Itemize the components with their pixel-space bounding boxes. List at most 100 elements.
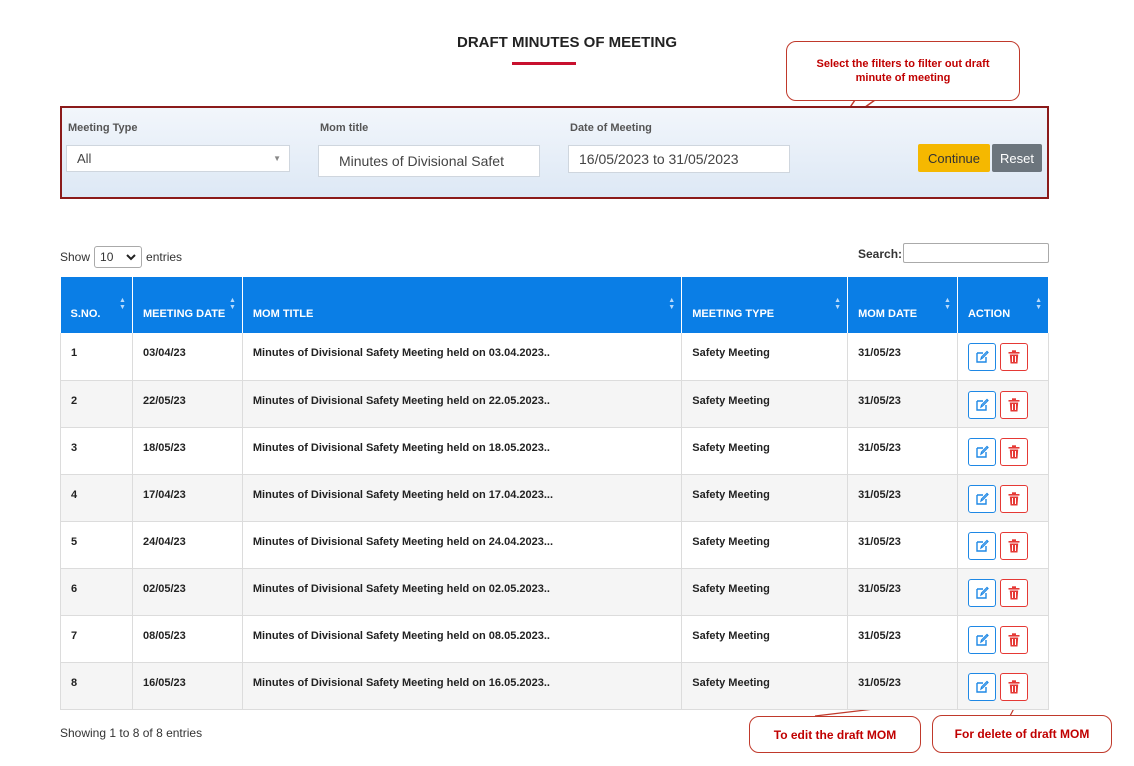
edit-icon <box>975 539 989 553</box>
header-meeting-type[interactable]: MEETING TYPE ▲ ▼ <box>681 277 849 333</box>
edit-callout: To edit the draft MOM <box>749 716 921 753</box>
mom-title-value: Minutes of Divisional Safet <box>339 153 504 169</box>
cell-mom-date: 31/05/23 <box>847 333 958 381</box>
trash-icon <box>1008 679 1020 694</box>
edit-button[interactable] <box>967 343 996 371</box>
sort-icon: ▲ ▼ <box>944 297 951 311</box>
table-header-row: S.NO. ▲ ▼ MEETING DATE ▲ ▼ MOM TITLE ▲ ▼ MEETI… <box>60 277 1050 333</box>
edit-icon <box>975 633 989 647</box>
cell-mom-title: Minutes of Divisional Safety Meeting hel… <box>242 380 683 428</box>
table-row: 4 17/04/23 Minutes of Divisional Safety Me… <box>60 474 1050 522</box>
header-sno[interactable]: S.NO. ▲ ▼ <box>60 277 133 333</box>
edit-button[interactable] <box>967 578 996 607</box>
header-mom-title[interactable]: MOM TITLE ▲ ▼ <box>242 277 683 333</box>
header-meeting-date[interactable]: MEETING DATE ▲ ▼ <box>132 277 243 333</box>
trash-icon <box>1008 491 1020 506</box>
sort-icon: ▲ ▼ <box>228 297 236 311</box>
sort-icon: ▲ ▼ <box>668 297 676 311</box>
cell-meeting-date: 24/04/23 <box>132 521 243 569</box>
filters-callout: Select the filters to filter out draft m… <box>786 41 1020 101</box>
cell-action <box>957 380 1050 428</box>
cell-sno: 2 <box>60 380 133 428</box>
header-action[interactable]: ACTION ▲ ▼ <box>957 277 1050 333</box>
delete-button[interactable] <box>999 390 1028 419</box>
cell-meeting-type: Safety Meeting <box>681 333 849 381</box>
meeting-type-select[interactable]: All ▼ <box>66 145 290 172</box>
trash-icon <box>1008 585 1020 600</box>
cell-mom-title: Minutes of Divisional Safety Meeting hel… <box>242 521 683 569</box>
chevron-down-icon <box>126 253 136 260</box>
cell-meeting-date: 18/05/23 <box>132 427 243 475</box>
mom-title-input[interactable]: Minutes of Divisional Safet <box>318 145 540 177</box>
edit-icon <box>975 350 989 364</box>
delete-button[interactable] <box>999 437 1028 466</box>
cell-meeting-date: 03/04/23 <box>132 333 243 381</box>
table-row: 7 08/05/23 Minutes of Divisional Safety Me… <box>60 615 1050 663</box>
sort-icon: ▲ ▼ <box>1035 297 1042 311</box>
cell-mom-date: 31/05/23 <box>847 521 958 569</box>
delete-button[interactable] <box>999 578 1028 607</box>
date-of-meeting-label: Date of Meeting <box>570 122 652 134</box>
edit-icon <box>975 680 989 694</box>
show-label: Show <box>60 250 91 264</box>
cell-sno: 1 <box>60 333 133 381</box>
cell-mom-date: 31/05/23 <box>847 615 958 663</box>
edit-button[interactable] <box>967 437 996 466</box>
cell-action <box>957 568 1050 616</box>
cell-mom-date: 31/05/23 <box>847 427 958 475</box>
edit-icon <box>975 492 989 506</box>
chevron-down-icon: ▼ <box>273 154 281 163</box>
entries-length-select[interactable]: 10 <box>94 246 143 268</box>
trash-icon <box>1008 538 1020 553</box>
edit-button[interactable] <box>967 625 996 654</box>
search-input[interactable] <box>903 243 1049 263</box>
cell-meeting-type: Safety Meeting <box>681 427 849 475</box>
cell-meeting-type: Safety Meeting <box>681 380 849 428</box>
cell-mom-title: Minutes of Divisional Safety Meeting hel… <box>242 568 683 616</box>
cell-action <box>957 615 1050 663</box>
table-row: 6 02/05/23 Minutes of Divisional Safety Me… <box>60 568 1050 616</box>
delete-button[interactable] <box>999 484 1028 513</box>
edit-button[interactable] <box>967 484 996 513</box>
edit-icon <box>975 586 989 600</box>
cell-meeting-type: Safety Meeting <box>681 615 849 663</box>
table-info: Showing 1 to 8 of 8 entries <box>60 726 203 740</box>
cell-meeting-date: 17/04/23 <box>132 474 243 522</box>
delete-callout: For delete of draft MOM <box>932 715 1112 753</box>
sort-icon: ▲ ▼ <box>834 297 842 311</box>
reset-button[interactable]: Reset <box>992 144 1042 172</box>
edit-button[interactable] <box>967 531 996 560</box>
header-mom-date[interactable]: MOM DATE ▲ ▼ <box>847 277 958 333</box>
delete-button[interactable] <box>999 531 1028 560</box>
delete-button[interactable] <box>999 672 1028 701</box>
cell-action <box>957 474 1050 522</box>
edit-button[interactable] <box>967 672 996 701</box>
trash-icon <box>1008 350 1020 364</box>
mom-title-label: Mom title <box>320 122 369 134</box>
cell-meeting-type: Safety Meeting <box>681 568 849 616</box>
cell-meeting-date: 16/05/23 <box>132 662 243 710</box>
cell-sno: 6 <box>60 568 133 616</box>
length-control: Show 10 entries <box>60 246 182 268</box>
meeting-type-label: Meeting Type <box>68 122 138 134</box>
cell-mom-title: Minutes of Divisional Safety Meeting hel… <box>242 474 683 522</box>
draft-mom-table: S.NO. ▲ ▼ MEETING DATE ▲ ▼ MOM TITLE ▲ ▼ MEETI… <box>60 277 1050 710</box>
cell-mom-title: Minutes of Divisional Safety Meeting hel… <box>242 333 683 381</box>
cell-meeting-date: 02/05/23 <box>132 568 243 616</box>
table-row: 1 03/04/23 Minutes of Divisional Safety Me… <box>60 333 1050 381</box>
cell-mom-date: 31/05/23 <box>847 662 958 710</box>
cell-meeting-date: 22/05/23 <box>132 380 243 428</box>
trash-icon <box>1008 444 1020 459</box>
cell-meeting-date: 08/05/23 <box>132 615 243 663</box>
cell-sno: 8 <box>60 662 133 710</box>
cell-mom-date: 31/05/23 <box>847 380 958 428</box>
continue-button[interactable]: Continue <box>918 144 990 172</box>
date-range-input[interactable]: 16/05/2023 to 31/05/2023 <box>568 145 790 173</box>
entries-label: entries <box>146 250 183 264</box>
cell-mom-date: 31/05/23 <box>847 568 958 616</box>
delete-button[interactable] <box>999 625 1028 654</box>
delete-button[interactable] <box>999 343 1028 371</box>
search-label: Search: <box>858 247 903 261</box>
edit-button[interactable] <box>967 390 996 419</box>
cell-mom-date: 31/05/23 <box>847 474 958 522</box>
